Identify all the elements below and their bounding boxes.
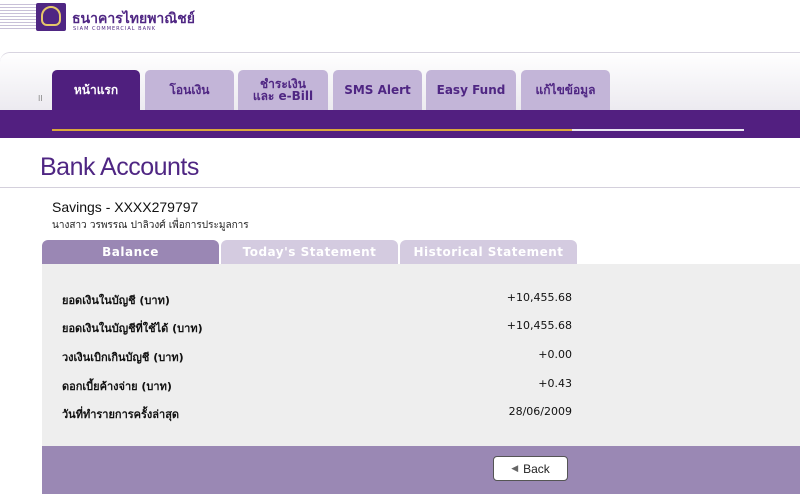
subtab-balance[interactable]: Balance — [42, 240, 219, 264]
account-name: Savings - XXXX279797 — [52, 199, 199, 215]
tab-edit-profile[interactable]: แก้ไขข้อมูล — [521, 70, 610, 110]
available-balance-value: +10,455.68 — [506, 319, 572, 332]
header-decoration — [0, 4, 36, 30]
tab-sms-alert-label: SMS Alert — [344, 83, 411, 97]
subtab-historical-statement[interactable]: Historical Statement — [400, 240, 577, 264]
tab-edit-profile-label: แก้ไขข้อมูล — [535, 83, 596, 97]
tab-bill-payment[interactable]: ชำระเงิน และ e-Bill — [238, 70, 328, 110]
footer-bar — [42, 446, 800, 494]
overdraft-value: +0.00 — [538, 348, 572, 361]
last-transaction-row: วันที่ทำรายการครั้งล่าสุด 28/06/2009 — [62, 405, 572, 421]
nav-accent-line — [52, 129, 744, 131]
overdraft-row: วงเงินเบิกเกินบัญชี (บาท) +0.00 — [62, 348, 572, 364]
back-arrow-icon: ◀ — [511, 463, 519, 473]
accrued-interest-label: ดอกเบี้ยค้างจ่าย (บาท) — [62, 380, 172, 393]
tab-transfer-label: โอนเงิน — [169, 83, 210, 97]
nav-marker: II — [38, 94, 43, 103]
account-owner: นางสาว วรพรรณ ปาลิวงศ์ เพื่อการประมูลการ — [52, 220, 249, 231]
tab-transfer[interactable]: โอนเงิน — [145, 70, 234, 110]
header: ธนาคารไทยพาณิชย์ SIAM COMMERCIAL BANK — [0, 0, 800, 40]
accrued-interest-row: ดอกเบี้ยค้างจ่าย (บาท) +0.43 — [62, 377, 572, 393]
bank-name-english: SIAM COMMERCIAL BANK — [73, 26, 157, 32]
back-button[interactable]: ◀ Back — [493, 456, 568, 481]
balance-label: ยอดเงินในบัญชี (บาท) — [62, 294, 170, 307]
balance-row: ยอดเงินในบัญชี (บาท) +10,455.68 — [62, 291, 572, 307]
tab-easy-fund-label: Easy Fund — [436, 83, 506, 97]
accrued-interest-value: +0.43 — [538, 377, 572, 390]
bank-emblem-icon — [41, 6, 61, 26]
last-transaction-label: วันที่ทำรายการครั้งล่าสุด — [62, 408, 180, 421]
available-balance-label: ยอดเงินในบัญชีที่ใช้ได้ (บาท) — [62, 322, 203, 335]
tab-bill-payment-label-line2: และ e-Bill — [252, 89, 314, 103]
page-title: Bank Accounts — [40, 153, 199, 181]
tab-easy-fund[interactable]: Easy Fund — [426, 70, 516, 110]
overdraft-label: วงเงินเบิกเกินบัญชี (บาท) — [62, 351, 184, 364]
tab-home-label: หน้าแรก — [73, 83, 119, 97]
subtab-todays-statement[interactable]: Today's Statement — [221, 240, 398, 264]
balance-value: +10,455.68 — [506, 291, 572, 304]
page: ธนาคารไทยพาณิชย์ SIAM COMMERCIAL BANK II… — [0, 0, 800, 494]
nav-bar — [0, 110, 800, 138]
last-transaction-value: 28/06/2009 — [508, 405, 572, 418]
back-button-label: Back — [523, 461, 550, 476]
title-divider — [0, 187, 800, 188]
tab-home[interactable]: หน้าแรก — [52, 70, 140, 110]
available-balance-row: ยอดเงินในบัญชีที่ใช้ได้ (บาท) +10,455.68 — [62, 319, 572, 335]
tab-sms-alert[interactable]: SMS Alert — [333, 70, 422, 110]
